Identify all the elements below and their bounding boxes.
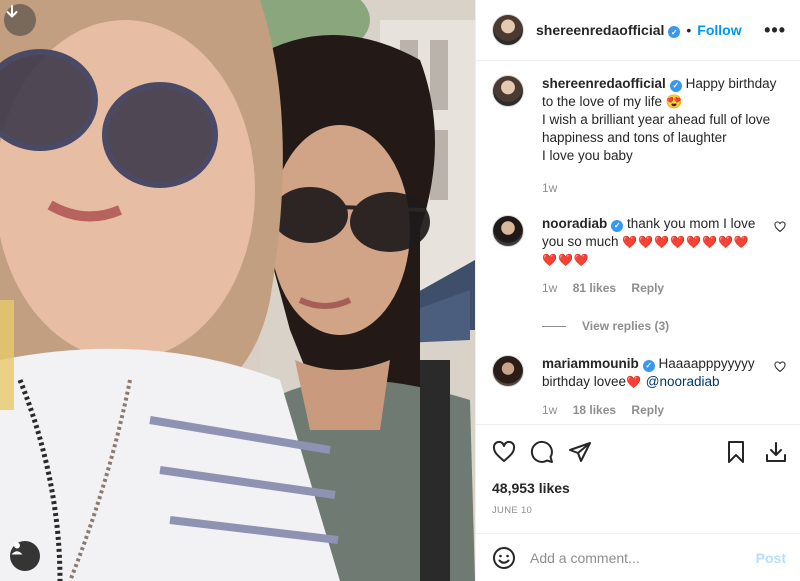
sunglasses-lens [272,187,348,243]
comment-body: mariammounib ✓ Haaaapppyyyyy birthday lov… [542,355,762,419]
comment-username[interactable]: nooradiab [542,216,607,231]
comment-item: mariammounib ✓ Haaaapppyyyyy birthday lov… [492,355,786,419]
separator-dot: • [686,22,692,38]
reply-button[interactable]: Reply [631,281,664,295]
comment-likes[interactable]: 81 likes [573,281,616,295]
view-replies-label: View replies (3) [582,319,670,333]
avatar[interactable] [492,75,524,107]
tagged-users-button[interactable] [10,541,40,571]
verified-badge-icon: ✓ [611,220,624,232]
comment-username[interactable]: mariammounib [542,356,639,371]
comments-list[interactable]: shereenredaofficial ✓ Happy birthday to t… [476,61,800,425]
caption-meta: 1w [542,179,782,197]
avatar[interactable] [492,355,524,387]
add-comment-bar: Post [476,533,800,581]
avatar[interactable] [492,14,524,46]
post-side-panel: shereenredaofficial ✓ • Follow ••• sheree… [475,0,800,581]
comment-body: nooradiab ✓ thank you mom I love you so m… [542,215,762,297]
building-window [430,40,448,110]
post-date[interactable]: JUNE 10 [492,505,532,516]
more-options-button[interactable]: ••• [764,20,786,41]
comment-time[interactable]: 1w [542,281,557,295]
like-comment-heart-icon[interactable] [774,361,786,373]
download-icon[interactable] [764,440,788,464]
post-photo[interactable] [0,0,475,581]
caption-text-line3: I love you baby [542,148,633,163]
caption-username[interactable]: shereenredaofficial [542,76,666,91]
drink-glass [0,300,14,410]
verified-badge-icon: ✓ [669,80,682,92]
header-username[interactable]: shereenredaofficial ✓ [536,22,681,39]
share-paper-plane-icon[interactable] [568,440,592,464]
post-header: shereenredaofficial ✓ • Follow ••• [476,0,800,61]
bookmark-icon[interactable] [724,440,748,464]
user-icon [11,542,23,555]
follow-button[interactable]: Follow [697,22,741,38]
avatar[interactable] [492,215,524,247]
actions-right [724,440,788,464]
comment-bubble-icon[interactable] [530,440,554,464]
post-comment-button[interactable]: Post [756,550,786,566]
comment-meta: 1w 18 likes Reply [542,401,762,419]
verified-badge-icon: ✓ [668,26,681,39]
replies-divider [542,325,566,327]
mention-link[interactable]: @nooradiab [646,374,720,389]
reply-button[interactable]: Reply [631,403,664,417]
like-heart-icon[interactable] [492,440,516,464]
caption-text-line2: I wish a brilliant year ahead full of lo… [542,112,771,145]
instagram-post-modal: shereenredaofficial ✓ • Follow ••• sheree… [0,0,800,581]
likes-count[interactable]: 48,953 likes [492,480,570,496]
bag-strap [420,360,450,581]
heart-emoji: ❤️ [626,375,643,389]
view-replies-button[interactable]: View replies (3) [542,319,669,333]
caption: shereenredaofficial ✓ Happy birthday to t… [492,75,786,197]
post-actions-bar [492,436,788,468]
caption-body: shereenredaofficial ✓ Happy birthday to t… [542,75,782,197]
emoji-smiley-icon[interactable] [492,546,516,570]
arrow-down-icon [6,5,18,18]
verified-badge-icon: ✓ [642,360,655,372]
neck-right [295,360,390,430]
caption-time[interactable]: 1w [542,181,557,195]
download-button[interactable] [4,4,36,36]
sunglasses-lens [350,192,430,252]
like-comment-heart-icon[interactable] [774,221,786,233]
comment-meta: 1w 81 likes Reply [542,279,762,297]
comment-likes[interactable]: 18 likes [573,403,616,417]
comment-item: nooradiab ✓ thank you mom I love you so m… [492,215,786,297]
photo-illustration [0,0,475,581]
comment-input[interactable] [530,549,756,566]
comment-time[interactable]: 1w [542,403,557,417]
